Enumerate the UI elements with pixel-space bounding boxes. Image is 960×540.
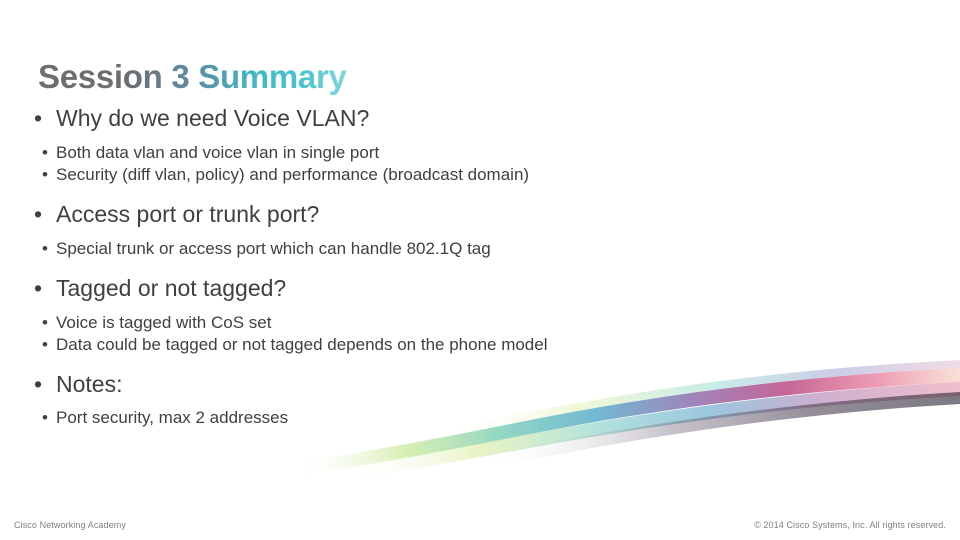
bullet-glyph-icon: • <box>34 105 43 131</box>
bullet-glyph-icon: • <box>34 200 43 227</box>
bullet-level1-2-text: Access port or trunk port? <box>56 200 320 227</box>
bullet-level1-3: • Tagged or not tagged? <box>0 274 960 303</box>
bullet-group-2: • Access port or trunk port? • Special t… <box>0 200 960 260</box>
slide-body: • Why do we need Voice VLAN? • Both data… <box>0 104 960 444</box>
bullet-level2-3-1-text: Voice is tagged with CoS set <box>56 312 272 332</box>
sub-bullets-1: • Both data vlan and voice vlan in singl… <box>0 142 960 186</box>
bullet-glyph-icon: • <box>42 408 48 428</box>
bullet-level1-4: • Notes: <box>0 370 960 399</box>
bullet-level2-1-2: • Security (diff vlan, policy) and perfo… <box>0 164 960 186</box>
bullet-level1-3-text: Tagged or not tagged? <box>56 274 287 301</box>
slide: Session 3 Summary • Why do we need Voice… <box>0 0 960 540</box>
bullet-group-1: • Why do we need Voice VLAN? • Both data… <box>0 104 960 186</box>
bullet-level2-3-1: • Voice is tagged with CoS set <box>0 312 960 334</box>
sub-bullets-4: • Port security, max 2 addresses <box>0 407 960 429</box>
bullet-level2-3-2-text: Data could be tagged or not tagged depen… <box>56 334 548 354</box>
bullet-glyph-icon: • <box>42 334 48 354</box>
bullet-glyph-icon: • <box>34 370 43 397</box>
bullet-group-4: • Notes: • Port security, max 2 addresse… <box>0 370 960 430</box>
bullet-level2-4-1-text: Port security, max 2 addresses <box>56 408 289 428</box>
bullet-level2-3-2: • Data could be tagged or not tagged dep… <box>0 334 960 356</box>
bullet-level2-2-1-text: Special trunk or access port which can h… <box>56 238 491 258</box>
sub-bullets-3: • Voice is tagged with CoS set • Data co… <box>0 312 960 356</box>
page-title: Session 3 Summary <box>38 58 347 95</box>
footer-left-text: Cisco Networking Academy <box>14 520 126 530</box>
bullet-level2-2-1: • Special trunk or access port which can… <box>0 238 960 260</box>
bullet-level2-1-1: • Both data vlan and voice vlan in singl… <box>0 142 960 164</box>
bullet-glyph-icon: • <box>42 312 48 332</box>
bullet-glyph-icon: • <box>42 238 48 258</box>
footer-right-text: © 2014 Cisco Systems, Inc. All rights re… <box>754 520 946 530</box>
bullet-level2-4-1: • Port security, max 2 addresses <box>0 407 960 429</box>
bullet-level1-4-text: Notes: <box>56 370 123 397</box>
bullet-glyph-icon: • <box>42 142 48 162</box>
bullet-level1-1: • Why do we need Voice VLAN? <box>0 104 960 133</box>
bullet-glyph-icon: • <box>42 164 48 184</box>
bullet-group-3: • Tagged or not tagged? • Voice is tagge… <box>0 274 960 356</box>
bullet-level1-1-text: Why do we need Voice VLAN? <box>56 105 370 131</box>
bullet-level2-1-1-text: Both data vlan and voice vlan in single … <box>56 142 380 162</box>
bullet-level1-2: • Access port or trunk port? <box>0 200 960 229</box>
sub-bullets-2: • Special trunk or access port which can… <box>0 238 960 260</box>
bullet-level2-1-2-text: Security (diff vlan, policy) and perform… <box>56 164 530 184</box>
bullet-glyph-icon: • <box>34 274 43 301</box>
